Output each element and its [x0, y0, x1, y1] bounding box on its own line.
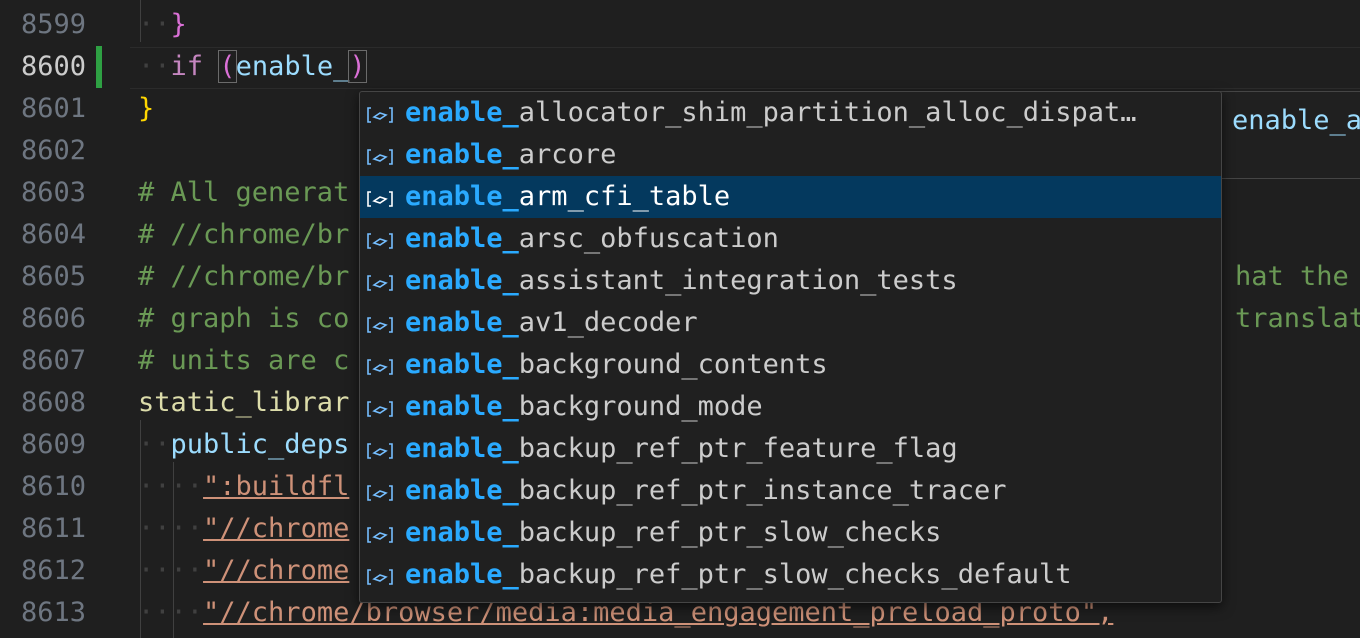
- suggest-item[interactable]: enable_background_mode: [360, 386, 1221, 428]
- line-code[interactable]: # graph is co: [138, 298, 349, 340]
- suggest-match-highlight: enable_: [405, 559, 519, 590]
- line-number: 8606: [20, 303, 86, 334]
- suggest-item-label: enable_backup_ref_ptr_instance_tracer: [405, 470, 1006, 512]
- line-code[interactable]: ··if (enable_): [138, 46, 367, 88]
- variable-icon: [366, 144, 394, 166]
- variable-icon: [366, 228, 394, 250]
- suggest-item-label: enable_background_contents: [405, 344, 828, 386]
- variable-icon: [366, 186, 394, 208]
- line-code[interactable]: ····"//chrome: [138, 550, 349, 592]
- variable-icon: [366, 102, 394, 124]
- variable-icon: [366, 438, 394, 460]
- suggest-item[interactable]: enable_backup_ref_ptr_instance_tracer: [360, 470, 1221, 512]
- line-code[interactable]: # //chrome/br: [138, 214, 349, 256]
- variable-icon: [366, 564, 394, 586]
- line-code-tail: hat the b: [1235, 261, 1349, 292]
- line-number: 8600: [20, 51, 86, 82]
- line-number: 8602: [20, 135, 86, 166]
- suggest-item[interactable]: enable_backup_ref_ptr_slow_checks_defaul…: [360, 554, 1221, 596]
- suggest-item-suffix: background_contents: [518, 349, 828, 380]
- suggest-item-suffix: backup_ref_ptr_slow_checks: [518, 517, 942, 548]
- suggest-item-label: enable_arm_cfi_table: [405, 176, 730, 218]
- suggest-item-suffix: allocator_shim_partition_alloc_dispat…: [518, 97, 1137, 128]
- suggest-item-label: enable_background_mode: [405, 386, 763, 428]
- suggest-match-highlight: enable_: [405, 517, 519, 548]
- line-number: 8610: [20, 471, 86, 502]
- suggest-details-label: enable_a: [1232, 105, 1360, 136]
- line-code[interactable]: # //chrome/br: [138, 256, 349, 298]
- suggest-match-highlight: enable_: [405, 181, 519, 212]
- suggest-item-suffix: background_mode: [518, 391, 763, 422]
- suggest-item[interactable]: enable_backup_ref_ptr_slow_checks: [360, 512, 1221, 554]
- line-number: 8603: [20, 177, 86, 208]
- suggest-item-label: enable_backup_ref_ptr_feature_flag: [405, 428, 958, 470]
- suggest-item-suffix: arsc_obfuscation: [518, 223, 779, 254]
- suggest-item-suffix: backup_ref_ptr_slow_checks_default: [518, 559, 1072, 590]
- variable-icon: [366, 480, 394, 502]
- line-number: 8605: [20, 261, 86, 292]
- suggest-match-highlight: enable_: [405, 265, 519, 296]
- autocomplete-suggest-widget[interactable]: enable_allocator_shim_partition_alloc_di…: [359, 91, 1222, 603]
- suggest-item-label: enable_backup_ref_ptr_slow_checks: [405, 512, 941, 554]
- line-code-tail: translat: [1235, 303, 1360, 334]
- suggest-match-highlight: enable_: [405, 139, 519, 170]
- suggest-item-suffix: arcore: [518, 139, 617, 170]
- suggest-item-label: enable_allocator_shim_partition_alloc_di…: [405, 92, 1137, 134]
- line-code[interactable]: static_librar: [138, 382, 349, 424]
- suggest-item-suffix: assistant_integration_tests: [518, 265, 958, 296]
- suggest-item-label: enable_assistant_integration_tests: [405, 260, 958, 302]
- suggest-item-label: enable_av1_decoder: [405, 302, 698, 344]
- line-code[interactable]: ····"//chrome: [138, 508, 349, 550]
- suggest-item[interactable]: enable_assistant_integration_tests: [360, 260, 1221, 302]
- suggest-item-suffix: av1_decoder: [518, 307, 698, 338]
- line-number: 8604: [20, 219, 86, 250]
- line-code[interactable]: ··public_deps: [138, 424, 349, 466]
- code-line: 8599 ··}: [0, 4, 1360, 46]
- suggest-item-suffix: backup_ref_ptr_feature_flag: [518, 433, 958, 464]
- line-code[interactable]: # All generat: [138, 172, 349, 214]
- suggest-item-label: enable_arsc_obfuscation: [405, 218, 779, 260]
- variable-icon: [366, 396, 394, 418]
- modified-line-marker: [96, 46, 102, 88]
- code-line-current: 8600 ··if (enable_): [0, 46, 1360, 88]
- line-number: 8612: [20, 555, 86, 586]
- line-number: 8611: [20, 513, 86, 544]
- suggest-match-highlight: enable_: [405, 349, 519, 380]
- line-code[interactable]: # units are c: [138, 340, 349, 382]
- line-number: 8613: [20, 597, 86, 628]
- line-number: 8607: [20, 345, 86, 376]
- variable-icon: [366, 522, 394, 544]
- suggest-item[interactable]: enable_backup_ref_ptr_feature_flag: [360, 428, 1221, 470]
- suggest-item[interactable]: enable_arm_cfi_table: [360, 176, 1221, 218]
- line-number: 8609: [20, 429, 86, 460]
- suggest-item[interactable]: enable_av1_decoder: [360, 302, 1221, 344]
- variable-icon: [366, 270, 394, 292]
- suggest-match-highlight: enable_: [405, 97, 519, 128]
- suggest-match-highlight: enable_: [405, 433, 519, 464]
- suggest-match-highlight: enable_: [405, 223, 519, 254]
- line-number: 8608: [20, 387, 86, 418]
- suggest-item[interactable]: enable_arcore: [360, 134, 1221, 176]
- suggest-match-highlight: enable_: [405, 391, 519, 422]
- suggest-item-suffix: arm_cfi_table: [518, 181, 731, 212]
- line-code[interactable]: ··}: [138, 4, 187, 46]
- line-number: 8601: [20, 93, 86, 124]
- line-code[interactable]: ····":buildfl: [138, 466, 349, 508]
- suggest-item[interactable]: enable_allocator_shim_partition_alloc_di…: [360, 92, 1221, 134]
- suggest-match-highlight: enable_: [405, 475, 519, 506]
- line-number: 8599: [20, 9, 86, 40]
- suggest-item[interactable]: enable_arsc_obfuscation: [360, 218, 1221, 260]
- suggest-details-panel: enable_a: [1220, 91, 1360, 179]
- suggest-match-highlight: enable_: [405, 307, 519, 338]
- variable-icon: [366, 312, 394, 334]
- suggest-item-label: enable_arcore: [405, 134, 616, 176]
- suggest-item[interactable]: enable_background_contents: [360, 344, 1221, 386]
- suggest-item-label: enable_backup_ref_ptr_slow_checks_defaul…: [405, 554, 1071, 596]
- suggest-item-suffix: backup_ref_ptr_instance_tracer: [518, 475, 1007, 506]
- line-code[interactable]: }: [138, 88, 154, 130]
- variable-icon: [366, 354, 394, 376]
